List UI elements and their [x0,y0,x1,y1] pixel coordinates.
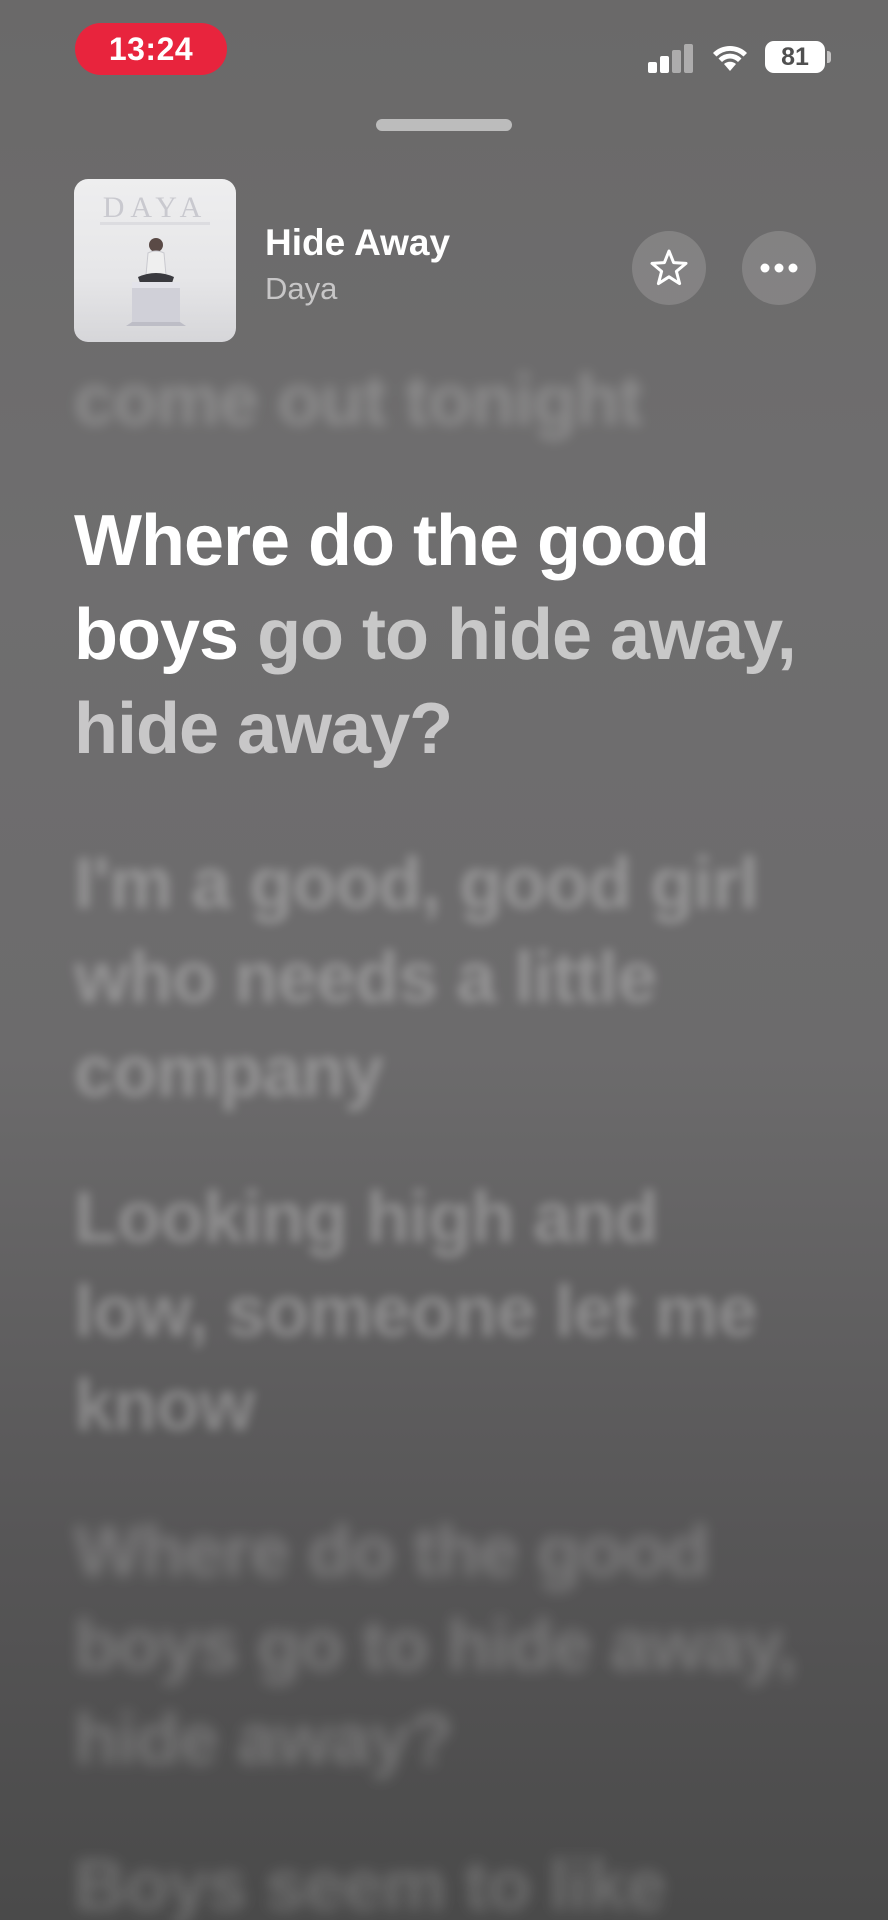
signal-icon [648,43,694,73]
album-artwork[interactable]: DAYA [74,179,236,342]
lyric-line-upcoming[interactable]: Boys seem to like [74,1839,804,1920]
status-time[interactable]: 13:24 [75,23,227,75]
favorite-button[interactable] [632,231,706,305]
sheet-grabber[interactable] [376,119,512,131]
song-title[interactable]: Hide Away [265,222,450,264]
lyric-line-upcoming[interactable]: I'm a good, good girl who needs a little… [74,837,804,1119]
lyric-line-previous[interactable]: come out tonight [74,354,804,448]
lyric-line-current[interactable]: Where do the good boys go to hide away, … [74,494,804,776]
battery-cap [827,51,831,63]
lyric-line-upcoming[interactable]: Where do the good boys go to hide away, … [74,1505,804,1787]
artwork-brand-text: DAYA [103,191,208,224]
lyrics-screen: 13:24 81 DAYA Hide Away Daya come out to… [0,0,888,1920]
wifi-icon [711,41,749,73]
battery-icon: 81 [765,41,825,73]
more-options-button[interactable] [742,231,816,305]
status-bar: 13:24 81 [0,0,888,110]
artist-name[interactable]: Daya [265,271,337,307]
star-icon [650,249,688,286]
lyric-line-upcoming[interactable]: Looking high and low, someone let me kno… [74,1171,804,1453]
ellipsis-icon [760,263,798,273]
